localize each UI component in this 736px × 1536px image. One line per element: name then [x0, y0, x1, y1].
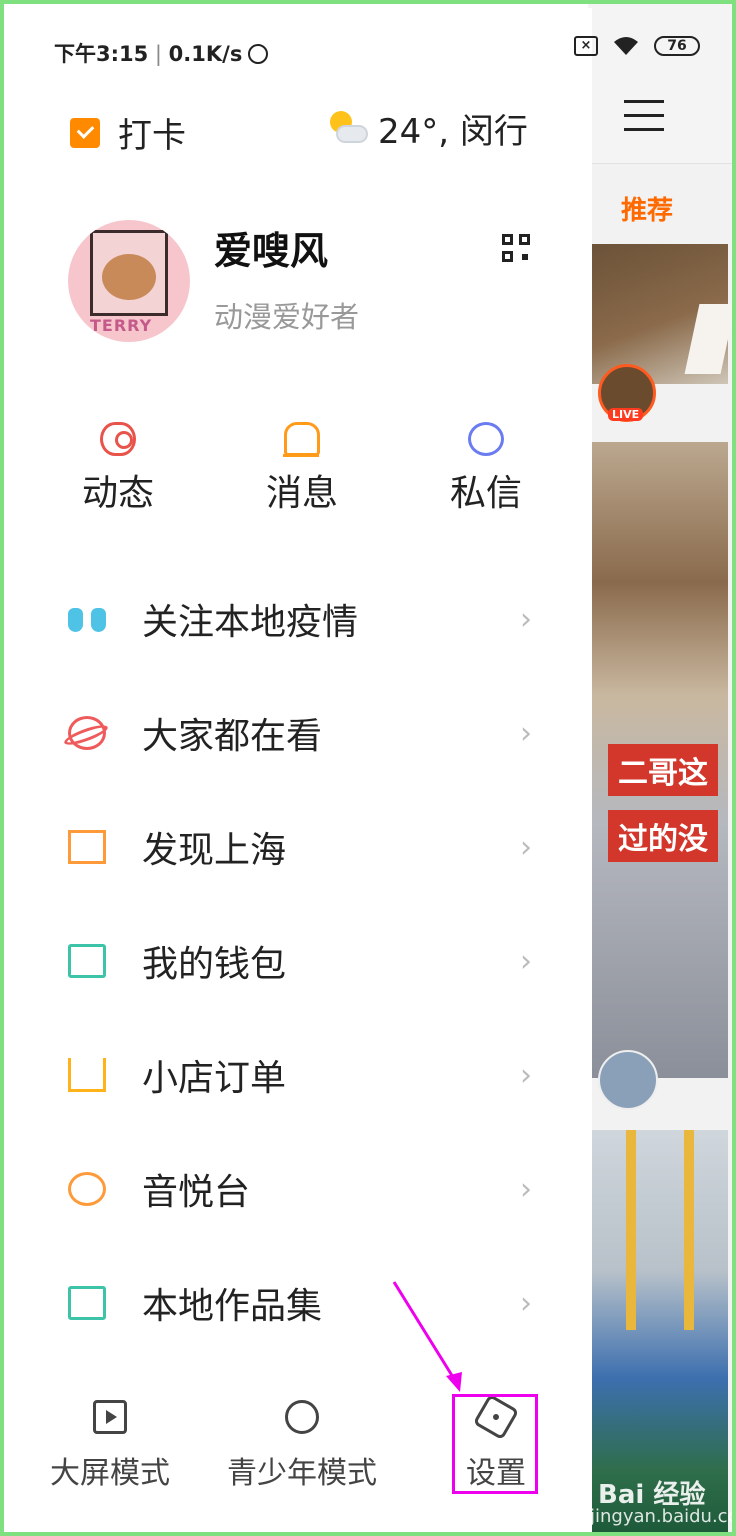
big-screen-mode-button[interactable]: 大屏模式 — [10, 1400, 210, 1492]
child-face-icon — [285, 1400, 319, 1434]
partly-cloudy-icon — [326, 109, 370, 149]
calendar-check-icon — [70, 117, 100, 148]
chevron-right-icon: › — [520, 1285, 532, 1321]
status-bar-right: × 76 — [574, 36, 700, 56]
watermark-url: jingyan.baidu.com — [590, 1506, 732, 1527]
battery-icon: 76 — [654, 36, 700, 56]
quick-action-label: 私信 — [449, 473, 522, 514]
quick-action-label: 消息 — [265, 473, 338, 514]
live-avatar[interactable]: LIVE — [598, 364, 656, 422]
wifi-icon — [612, 36, 640, 56]
feed-card-2[interactable]: 二哥这 过的没 — [588, 442, 728, 1078]
drawer-menu: 关注本地疫情 › 大家都在看 › 发现上海 › 我的钱包 › 小店订单 › 音悦… — [8, 562, 592, 1360]
quick-action-feed[interactable]: 动态 — [58, 422, 178, 516]
menu-item-label: 关注本地疫情 — [142, 602, 359, 643]
menu-item-wallet[interactable]: 我的钱包 › — [8, 904, 592, 1018]
tab-recommend[interactable]: 推荐 — [621, 190, 673, 227]
video-caption-line2: 过的没 — [608, 810, 718, 862]
menu-item-shop-orders[interactable]: 小店订单 › — [8, 1018, 592, 1132]
screenshot-frame: 推荐 LIVE 二哥这 过的没 Bai 经验 jingyan.baidu.com… — [0, 0, 736, 1536]
menu-item-local-epidemic[interactable]: 关注本地疫情 › — [8, 562, 592, 676]
chevron-right-icon: › — [520, 601, 532, 637]
background-feed: 推荐 LIVE 二哥这 过的没 Bai 经验 jingyan.baidu.com — [588, 4, 732, 1532]
feed-card-3[interactable] — [588, 1130, 728, 1532]
menu-item-label: 音悦台 — [142, 1172, 251, 1213]
checkin-label: 打卡 — [118, 116, 186, 156]
eye-icon — [100, 422, 136, 456]
status-bar-left: 下午3:15 | 0.1K/s — [54, 38, 269, 68]
username[interactable]: 爱嗖风 — [214, 220, 328, 275]
quick-action-label: 动态 — [81, 473, 154, 514]
chevron-right-icon: › — [520, 1171, 532, 1207]
qr-code-icon[interactable] — [502, 234, 530, 262]
building-icon — [68, 830, 106, 864]
weather-text: 24°, 闵行 — [378, 112, 528, 152]
avatar[interactable]: TERRY — [68, 220, 190, 342]
play-screen-icon — [93, 1400, 127, 1434]
bottom-label: 大屏模式 — [50, 1456, 170, 1491]
chevron-right-icon: › — [520, 1057, 532, 1093]
menu-item-label: 发现上海 — [142, 830, 287, 871]
lungs-icon — [68, 602, 106, 636]
planet-icon — [68, 716, 106, 750]
annotation-arrow — [392, 1281, 462, 1392]
status-time: 下午3:15 — [54, 42, 149, 66]
quick-action-messages[interactable]: 消息 — [242, 422, 362, 516]
author-avatar[interactable] — [598, 1050, 658, 1110]
menu-item-label: 大家都在看 — [142, 716, 323, 757]
network-speed: 0.1K/s — [168, 42, 243, 66]
side-drawer: 下午3:15 | 0.1K/s × 76 打卡 24°, 闵行 TERRY 爱嗖… — [8, 8, 700, 1532]
menu-item-label: 本地作品集 — [142, 1286, 323, 1327]
menu-item-music[interactable]: 音悦台 › — [8, 1132, 592, 1246]
menu-item-label: 我的钱包 — [142, 944, 287, 985]
chevron-right-icon: › — [520, 829, 532, 865]
folder-icon — [68, 1286, 106, 1320]
menu-item-everyone-watching[interactable]: 大家都在看 › — [8, 676, 592, 790]
chevron-right-icon: › — [520, 943, 532, 979]
teen-mode-button[interactable]: 青少年模式 — [202, 1400, 402, 1492]
wallet-icon — [68, 944, 106, 978]
video-caption-line1: 二哥这 — [608, 744, 718, 796]
chat-bubble-icon — [468, 422, 504, 456]
alarm-icon — [248, 44, 269, 64]
checkin-button[interactable]: 打卡 — [70, 108, 186, 157]
weather-widget[interactable]: 24°, 闵行 — [326, 104, 528, 153]
avatar-text: TERRY — [90, 316, 153, 335]
cart-icon — [68, 1058, 106, 1092]
music-disc-icon — [68, 1172, 106, 1206]
chevron-right-icon: › — [520, 715, 532, 751]
menu-item-label: 小店订单 — [142, 1058, 287, 1099]
quick-action-private-messages[interactable]: 私信 — [426, 422, 546, 516]
live-badge: LIVE — [608, 408, 644, 421]
bell-icon — [283, 422, 320, 457]
hamburger-menu-icon[interactable] — [624, 100, 664, 142]
annotation-highlight-box — [452, 1394, 538, 1494]
feed-card-1[interactable] — [588, 244, 732, 384]
no-sim-icon: × — [574, 36, 598, 56]
bottom-label: 青少年模式 — [227, 1456, 377, 1491]
menu-item-discover-shanghai[interactable]: 发现上海 › — [8, 790, 592, 904]
user-bio: 动漫爱好者 — [214, 300, 360, 334]
